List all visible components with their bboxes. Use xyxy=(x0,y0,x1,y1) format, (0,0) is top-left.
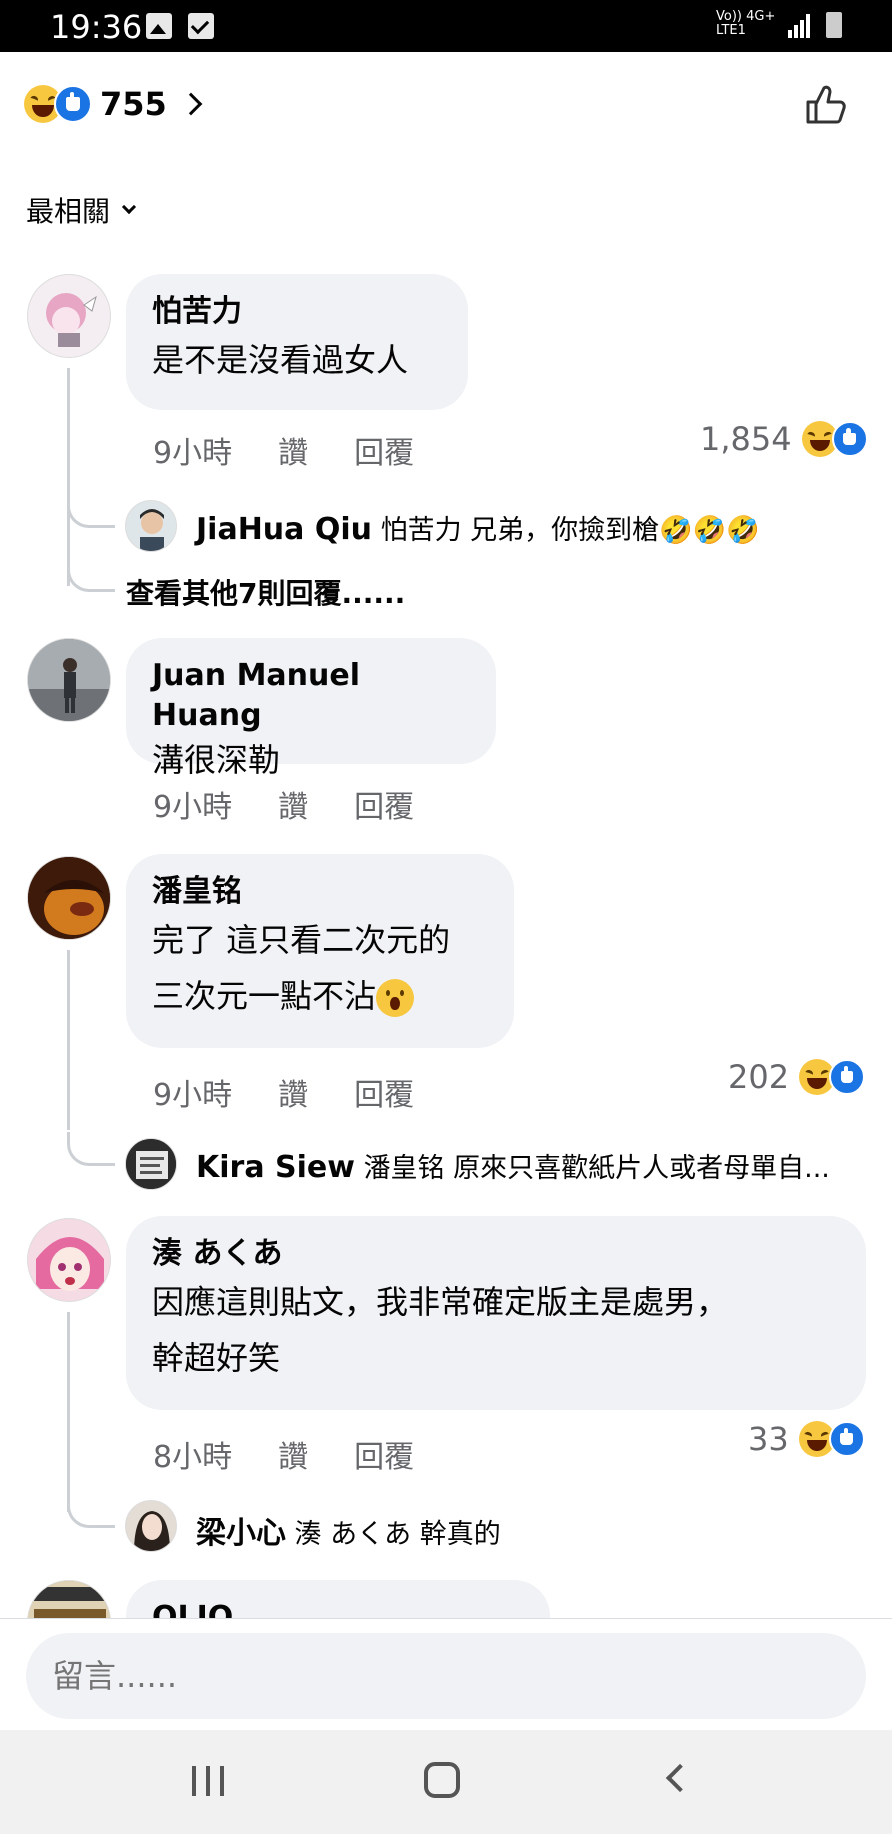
comment-bubble[interactable]: 怕苦力 是不是沒看過女人 xyxy=(126,274,468,410)
comment-bubble[interactable]: Juan Manuel Huang 溝很深勒 xyxy=(126,638,496,779)
comment-composer xyxy=(0,1618,892,1730)
thread-curve xyxy=(67,1132,115,1166)
comment-author[interactable]: 湊 あくあ xyxy=(152,1234,838,1274)
comment-meta: 9小時 讚 回覆 xyxy=(153,782,414,826)
like-button[interactable]: 讚 xyxy=(278,1070,308,1114)
like-reaction-icon xyxy=(828,1421,865,1457)
status-time: 19:36 xyxy=(50,8,143,46)
reply-preview[interactable]: JiaHua Qiu 怕苦力 兄弟，你撿到槍🤣🤣🤣 xyxy=(196,508,760,547)
reply-author[interactable]: 梁小心 xyxy=(196,1516,286,1551)
like-icon[interactable] xyxy=(804,82,848,126)
comment-author[interactable]: 潘皇铭 xyxy=(152,872,486,912)
comment-reactions[interactable]: 33 xyxy=(748,1420,865,1458)
comment-input[interactable] xyxy=(26,1633,866,1719)
system-nav-bar xyxy=(0,1730,892,1834)
comment-meta: 9小時 讚 回覆 xyxy=(153,428,414,472)
comment-time: 9小時 xyxy=(153,436,233,471)
reply-button[interactable]: 回覆 xyxy=(354,782,414,826)
like-reaction-icon xyxy=(54,85,92,123)
comment-author[interactable]: OLIO xyxy=(152,1598,522,1618)
recent-apps-icon[interactable] xyxy=(192,1766,226,1796)
avatar[interactable] xyxy=(125,1138,177,1190)
comment-reactions[interactable]: 202 xyxy=(728,1058,866,1096)
comment-bubble[interactable]: OLIO xyxy=(126,1580,550,1618)
comment-reactions[interactable]: 1,854 xyxy=(700,420,868,458)
signal-icon xyxy=(788,14,814,38)
sort-label: 最相關 xyxy=(26,195,111,228)
comment-text-line: 完了 這只看二次元的 xyxy=(152,921,451,959)
network-label: Vo)) 4G+ LTE1 xyxy=(716,9,776,38)
avatar[interactable] xyxy=(125,1500,177,1552)
thread-curve xyxy=(67,1494,115,1528)
thread-line xyxy=(67,950,70,1130)
comment-bubble[interactable]: 潘皇铭 完了 這只看二次元的 三次元一點不沾 xyxy=(126,854,514,1048)
reply-preview[interactable]: Kira Siew 潘皇铭 原來只喜歡紙片人或者母單自... xyxy=(196,1146,830,1185)
partial-comment: OLIO xyxy=(0,1570,892,1618)
chevron-down-icon xyxy=(121,199,137,215)
thread-line xyxy=(67,1312,70,1512)
comment-time: 8小時 xyxy=(153,1440,233,1475)
comment-reaction-count: 33 xyxy=(748,1420,789,1458)
sort-dropdown[interactable]: 最相關 xyxy=(26,190,137,230)
view-more-replies[interactable]: 查看其他7則回覆...... xyxy=(126,572,405,612)
reply-button[interactable]: 回覆 xyxy=(354,1432,414,1476)
comment-reaction-count: 202 xyxy=(728,1058,790,1096)
comment-text-line: 因應這則貼文，我非常確定版主是處男， xyxy=(152,1283,729,1321)
like-reaction-icon xyxy=(831,421,868,457)
avatar[interactable] xyxy=(27,1218,111,1302)
comment-bubble[interactable]: 湊 あくあ 因應這則貼文，我非常確定版主是處男， 幹超好笑 xyxy=(126,1216,866,1410)
comment-text: 是不是沒看過女人 xyxy=(152,341,409,379)
comment-reaction-count: 1,854 xyxy=(700,420,792,458)
avatar[interactable] xyxy=(27,1580,111,1618)
comment-time: 9小時 xyxy=(153,1078,233,1113)
like-button[interactable]: 讚 xyxy=(278,428,308,472)
surprised-face-icon xyxy=(376,979,415,1017)
reply-text: 湊 あくあ 幹真的 xyxy=(294,1519,501,1550)
comment-text-line: 三次元一點不沾 xyxy=(152,968,486,1024)
comment-meta: 9小時 讚 回覆 xyxy=(153,1070,414,1114)
gallery-icon xyxy=(146,13,172,39)
comment-meta: 8小時 讚 回覆 xyxy=(153,1432,414,1476)
battery-icon xyxy=(826,12,842,38)
reaction-count: 755 xyxy=(100,85,167,123)
comment-text: 溝很深勒 xyxy=(152,741,281,779)
comment-author[interactable]: Juan Manuel Huang xyxy=(152,656,468,736)
avatar[interactable] xyxy=(125,500,177,552)
reply-text: 潘皇铭 原來只喜歡紙片人或者母單自... xyxy=(363,1153,830,1184)
reply-preview[interactable]: 梁小心 湊 あくあ 幹真的 xyxy=(196,1508,501,1552)
reply-text: 怕苦力 兄弟，你撿到槍🤣🤣🤣 xyxy=(380,515,761,546)
thread-line xyxy=(67,368,70,586)
reaction-summary[interactable]: 755 xyxy=(24,80,203,128)
like-reaction-icon xyxy=(829,1059,866,1095)
thread-curve xyxy=(67,494,115,528)
home-icon[interactable] xyxy=(424,1762,460,1798)
comment-time: 9小時 xyxy=(153,790,233,825)
thread-curve xyxy=(67,558,115,592)
reply-author[interactable]: Kira Siew xyxy=(196,1150,355,1185)
like-button[interactable]: 讚 xyxy=(278,1432,308,1476)
status-bar: 19:36 Vo)) 4G+ LTE1 xyxy=(0,0,892,52)
avatar[interactable] xyxy=(27,638,111,722)
checkbox-icon xyxy=(188,13,214,39)
back-icon[interactable] xyxy=(665,1763,695,1793)
reply-button[interactable]: 回覆 xyxy=(354,1070,414,1114)
avatar[interactable] xyxy=(27,274,111,358)
chevron-right-icon xyxy=(179,92,203,116)
like-button[interactable]: 讚 xyxy=(278,782,308,826)
comment-author[interactable]: 怕苦力 xyxy=(152,292,440,332)
comment-text-line: 幹超好笑 xyxy=(152,1339,281,1377)
reply-button[interactable]: 回覆 xyxy=(354,428,414,472)
avatar[interactable] xyxy=(27,856,111,940)
reply-author[interactable]: JiaHua Qiu xyxy=(196,512,372,547)
